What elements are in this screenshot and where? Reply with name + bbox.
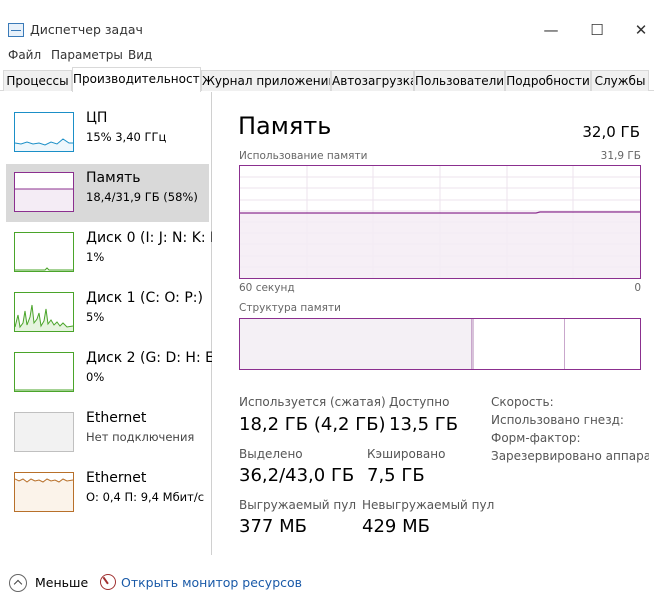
close-button[interactable]: ✕ [626, 18, 654, 42]
title-bar: Диспетчер задач — ☐ ✕ [0, 0, 654, 44]
menu-file[interactable]: Файл [8, 48, 41, 62]
resource-ethernet-2[interactable]: Ethernet О: 0,4 П: 9,4 Мбит/с [6, 464, 209, 522]
resource-disk-0[interactable]: Диск 0 (I: J: N: K: L: 1% [6, 224, 212, 282]
menu-bar: Файл Параметры Вид [0, 45, 654, 67]
resource-title: Ethernet [86, 410, 147, 426]
composition-in-use [240, 319, 472, 369]
thumbnail-fill [15, 479, 73, 511]
tab-startup[interactable]: Автозагрузка [331, 70, 414, 91]
detail-total: 32,0 ГБ [582, 123, 640, 141]
resource-memory[interactable]: Память 18,4/31,9 ГБ (58%) [6, 164, 209, 222]
available-value: 13,5 ГБ [389, 414, 459, 435]
resource-ethernet-1[interactable]: Ethernet Нет подключения [6, 404, 209, 462]
tab-users[interactable]: Пользователи [414, 70, 505, 91]
window-title: Диспетчер задач [30, 22, 143, 37]
thumbnail-fill [15, 189, 73, 211]
resource-title: Ethernet [86, 470, 147, 486]
committed-label: Выделено [239, 447, 303, 461]
cached-label: Кэшировано [367, 447, 446, 461]
chevron-up-icon[interactable] [9, 574, 27, 592]
menu-view[interactable]: Вид [128, 48, 152, 62]
memory-usage-plot [240, 166, 640, 278]
hardware-reserved-label: Зарезервировано аппара... [491, 449, 649, 463]
memory-usage-graph [239, 165, 641, 279]
maximize-button[interactable]: ☐ [582, 18, 612, 42]
minimize-button[interactable]: — [536, 18, 566, 42]
time-span-label: 60 секунд [239, 282, 295, 294]
in-use-label: Используется (сжатая) [239, 395, 386, 409]
tab-bar: Процессы Производительность Журнал прило… [0, 67, 654, 92]
tab-app-history[interactable]: Журнал приложений [201, 70, 331, 91]
resource-disk-1[interactable]: Диск 1 (C: O: P:) 5% [6, 284, 209, 342]
fewer-details-button[interactable]: Меньше [35, 575, 88, 590]
nonpaged-pool-label: Невыгружаемый пул [362, 498, 495, 512]
resource-disk-2[interactable]: Диск 2 (G: D: H: E: 0% [6, 344, 212, 402]
nonpaged-pool-value: 429 МБ [362, 516, 430, 537]
usage-max: 31,9 ГБ [600, 150, 641, 162]
composition-modified [472, 319, 474, 369]
footer: Меньше Открыть монитор ресурсов [0, 565, 654, 599]
resource-subtitle: О: 0,4 П: 9,4 Мбит/с [86, 490, 205, 504]
paged-pool-label: Выгружаемый пул [239, 498, 357, 512]
memory-thumbnail [14, 172, 74, 212]
tab-services[interactable]: Службы [591, 70, 649, 91]
slots-used-label: Использовано гнезд: [491, 413, 624, 427]
time-end-label: 0 [634, 282, 641, 294]
resource-subtitle: Нет подключения [86, 430, 195, 444]
resource-title: Диск 2 (G: D: H: E: [86, 350, 212, 366]
tab-details[interactable]: Подробности [505, 70, 591, 91]
cpu-thumbnail [14, 112, 74, 152]
ethernet-1-thumbnail [14, 412, 74, 452]
usage-area [240, 213, 640, 278]
task-manager-icon [8, 23, 24, 37]
resource-subtitle: 1% [86, 250, 105, 264]
open-resource-monitor-link[interactable]: Открыть монитор ресурсов [121, 575, 302, 590]
disk-2-thumbnail [14, 352, 74, 392]
in-use-value: 18,2 ГБ (4,2 ГБ) [239, 414, 386, 435]
speed-label: Скорость: [491, 395, 554, 409]
form-factor-label: Форм-фактор: [491, 431, 581, 445]
tab-processes[interactable]: Процессы [3, 70, 72, 91]
resource-subtitle: 5% [86, 310, 105, 324]
committed-value: 36,2/43,0 ГБ [239, 465, 355, 486]
resource-subtitle: 18,4/31,9 ГБ (58%) [86, 190, 198, 204]
resource-cpu[interactable]: ЦП 15% 3,40 ГГц [6, 104, 209, 162]
resource-title: Память [86, 170, 141, 186]
thumbnail-line [15, 267, 73, 271]
resource-subtitle: 0% [86, 370, 105, 384]
composition-standby-divider [564, 319, 565, 369]
disk-1-thumbnail [14, 292, 74, 332]
resource-subtitle: 15% 3,40 ГГц [86, 130, 167, 144]
resource-monitor-icon [100, 574, 116, 590]
resource-title: ЦП [86, 110, 108, 126]
memory-composition-bar [239, 318, 641, 370]
cached-value: 7,5 ГБ [367, 465, 425, 486]
resource-title: Диск 0 (I: J: N: K: L: [86, 230, 212, 246]
paged-pool-value: 377 МБ [239, 516, 307, 537]
available-label: Доступно [389, 395, 450, 409]
ethernet-2-thumbnail [14, 472, 74, 512]
composition-label: Структура памяти [239, 302, 341, 314]
usage-label: Использование памяти [239, 150, 368, 162]
resource-list: ЦП 15% 3,40 ГГц Память 18,4/31,9 ГБ (58%… [0, 92, 212, 555]
menu-options[interactable]: Параметры [51, 48, 123, 62]
resource-title: Диск 1 (C: O: P:) [86, 290, 203, 306]
detail-title: Память [238, 112, 332, 140]
disk-0-thumbnail [14, 232, 74, 272]
tab-performance[interactable]: Производительность [72, 67, 201, 92]
